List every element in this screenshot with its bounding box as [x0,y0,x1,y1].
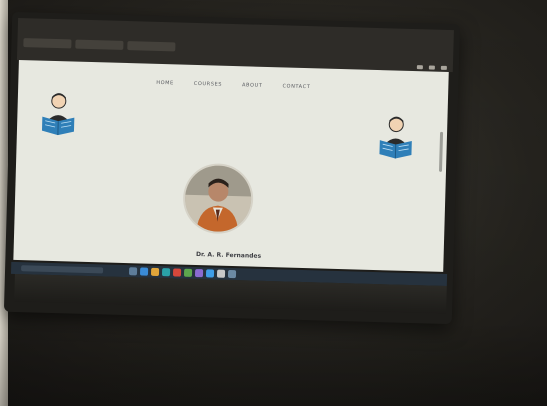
browser-icon[interactable] [205,269,215,278]
web-page: HOME COURSES ABOUT CONTACT Dr. A. R. Fer… [13,60,449,272]
browser-tab[interactable] [127,41,176,52]
taskbar-search[interactable] [21,265,104,274]
person-name: Dr. A. R. Fernandes [195,251,262,260]
app-icon[interactable] [128,267,138,276]
app-icon[interactable] [194,269,204,278]
shadow [0,320,547,406]
reading-student-icon [379,116,412,159]
maximize-icon[interactable] [428,65,435,70]
app-icon[interactable] [161,268,171,277]
browser-tab[interactable] [75,39,124,50]
app-icon[interactable] [216,269,226,278]
nav-about[interactable]: ABOUT [242,82,263,89]
app-icon[interactable] [172,268,182,277]
nav-home[interactable]: HOME [156,80,174,86]
minimize-icon[interactable] [416,65,423,70]
browser-tab[interactable] [23,38,72,49]
monitor: HOME COURSES ABOUT CONTACT Dr. A. R. Fer… [3,11,461,325]
profile-photo [184,164,253,233]
nav-courses[interactable]: COURSES [194,81,222,88]
person-portrait-icon [184,164,253,233]
app-icon[interactable] [139,267,149,276]
top-nav: HOME COURSES ABOUT CONTACT [18,76,448,94]
app-icon[interactable] [227,269,237,279]
nav-contact[interactable]: CONTACT [282,83,310,90]
close-icon[interactable] [440,65,447,70]
page-scrollbar[interactable] [438,131,444,172]
reading-student-icon [41,93,75,136]
taskbar-apps [128,267,237,279]
app-icon[interactable] [183,268,193,277]
window-controls [416,65,447,70]
folder-icon[interactable] [150,267,160,277]
